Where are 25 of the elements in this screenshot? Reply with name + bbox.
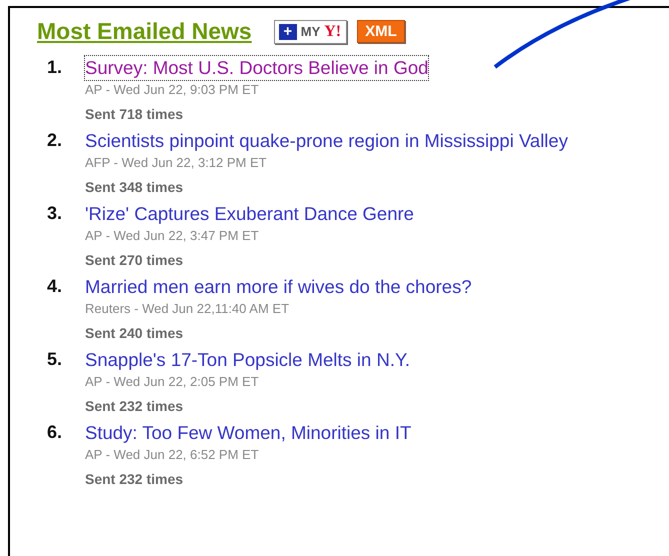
list-number: 3. (46, 202, 64, 225)
headline-link[interactable]: 'Rize' Captures Exuberant Dance Genre (84, 201, 415, 227)
list-number: 5. (46, 348, 64, 371)
sent-count: Sent 348 times (85, 178, 184, 196)
source-date: AP - Wed Jun 22, 6:52 PM ET (85, 446, 260, 464)
list-number: 6. (46, 421, 64, 444)
sent-count: Sent 232 times (85, 470, 184, 488)
list-number: 1. (46, 56, 64, 79)
source-date: AP - Wed Jun 22, 9:03 PM ET (85, 81, 260, 99)
source-date: AP - Wed Jun 22, 3:47 PM ET (85, 227, 260, 245)
source-date: AFP - Wed Jun 22, 3:12 PM ET (85, 154, 268, 172)
headline-link[interactable]: Married men earn more if wives do the chores? (84, 274, 473, 300)
list-number: 4. (46, 275, 64, 298)
source-date: Reuters - Wed Jun 22,11:40 AM ET (85, 300, 290, 318)
sent-count: Sent 270 times (85, 251, 184, 269)
headline-link[interactable]: Survey: Most U.S. Doctors Believe in God (84, 55, 430, 81)
headline-link[interactable]: Scientists pinpoint quake-prone region in Mississippi Valley (84, 128, 569, 154)
headline-link[interactable]: Snapple's 17-Ton Popsicle Melts in N.Y. (84, 347, 412, 373)
headline-link[interactable]: Study: Too Few Women, Minorities in IT (84, 420, 412, 446)
sent-count: Sent 240 times (85, 324, 184, 342)
sent-count: Sent 718 times (85, 105, 184, 123)
add-to-my-yahoo-button[interactable]: + MY Y! (274, 20, 348, 44)
source-date: AP - Wed Jun 22, 2:05 PM ET (85, 373, 260, 391)
sent-count: Sent 232 times (85, 397, 184, 415)
list-number: 2. (46, 129, 64, 152)
